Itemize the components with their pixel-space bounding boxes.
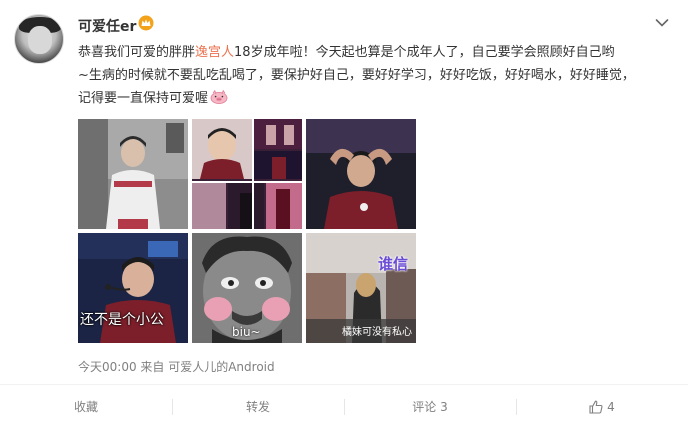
pig-emoji-icon <box>210 90 228 104</box>
photo-5[interactable]: biu~ <box>192 233 302 343</box>
photo-4-caption: 还不是个小公 <box>80 312 164 328</box>
post-text-segment: 18岁成年啦！今天起也算是个成年人了，自己要学会照顾好自己哟 <box>234 45 615 60</box>
photo-2[interactable] <box>192 119 302 229</box>
photo-5-caption: biu~ <box>232 325 261 339</box>
repost-button[interactable]: 转发 <box>172 385 344 428</box>
photo-4[interactable]: 还不是个小公 <box>78 233 188 343</box>
avatar-face <box>28 26 52 54</box>
photo-6-caption-bottom: 橘妹可没有私心 <box>342 327 412 338</box>
photo-3-image <box>306 119 416 229</box>
post-meta: 今天00:00 来自 可爱人儿的Android <box>78 360 275 374</box>
post-text: 恭喜我们可爱的胖胖逸宫人18岁成年啦！今天起也算是个成年人了，自己要学会照顾好自… <box>78 41 678 110</box>
like-button[interactable]: 4 <box>516 385 688 428</box>
like-count: 4 <box>607 399 615 414</box>
author-name[interactable]: 可爱任er <box>78 16 136 36</box>
photo-2-image <box>192 119 302 229</box>
author-avatar[interactable] <box>14 14 64 64</box>
repost-label: 转发 <box>245 400 270 414</box>
thumbs-up-icon <box>589 400 603 414</box>
photo-3[interactable] <box>306 119 416 229</box>
photo-6-caption-top: 谁信 <box>378 255 409 273</box>
post-text-line-3: 记得要一直保持可爱喔 <box>78 87 678 110</box>
favorite-label: 收藏 <box>73 400 98 414</box>
photo-1-image <box>78 119 188 229</box>
post-text-line-2: ~生病的时候就不要乱吃乱喝了，要保护好自己，要好好学习，好好吃饭，好好喝水，好好… <box>78 68 635 83</box>
photo-6[interactable]: 谁信 橘妹可没有私心 <box>306 233 416 343</box>
comment-button[interactable]: 评论 3 <box>344 385 516 428</box>
crown-icon <box>138 15 154 31</box>
chevron-down-icon[interactable] <box>655 18 669 28</box>
weibo-post-card: 可爱任er 恭喜我们可爱的胖胖逸宫人18岁成年啦！今天起也算是个成年人了，自己要… <box>0 0 688 428</box>
photo-1[interactable] <box>78 119 188 229</box>
comment-label: 评论 3 <box>412 400 448 414</box>
topic-link[interactable]: 逸宫人 <box>195 45 234 60</box>
post-text-segment: 恭喜我们可爱的胖胖 <box>78 45 196 60</box>
favorite-button[interactable]: 收藏 <box>0 385 172 428</box>
post-text-segment: 记得要一直保持可爱喔 <box>78 91 209 106</box>
post-text-line-1: 恭喜我们可爱的胖胖逸宫人18岁成年啦！今天起也算是个成年人了，自己要学会照顾好自… <box>78 41 678 64</box>
